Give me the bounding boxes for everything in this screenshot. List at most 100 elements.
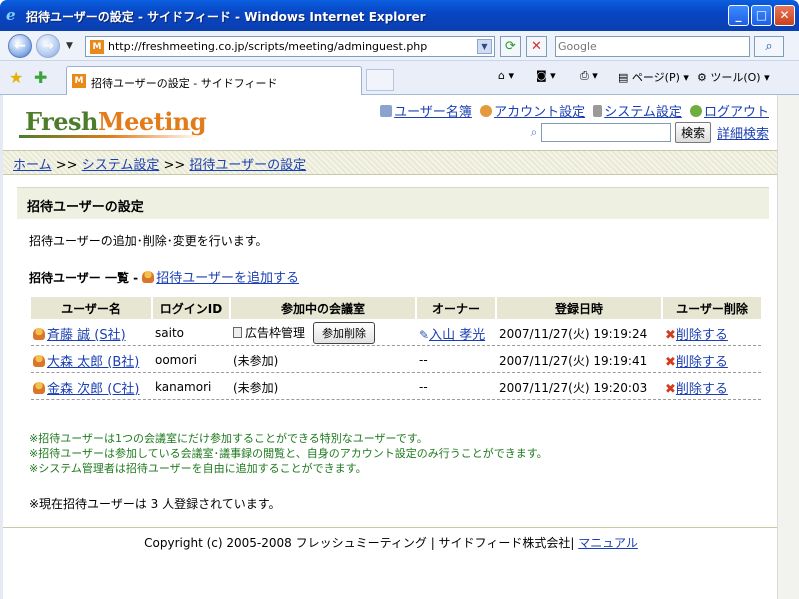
browser-search-button[interactable]: ⌕ [754, 36, 784, 57]
owner-link[interactable]: 入山 孝光 [429, 328, 485, 343]
note-line: ※システム管理者は招待ユーザーを自由に追加することができます。 [29, 462, 367, 475]
site-favicon: M [90, 40, 104, 54]
table-header-row: ユーザー名 ログインID 参加中の会議室 オーナー 登録日時 ユーザー削除 [31, 297, 761, 319]
add-guest-link[interactable]: 招待ユーザーを追加する [156, 271, 299, 286]
breadcrumb-home[interactable]: ホーム [13, 158, 52, 173]
col-owner: オーナー [417, 297, 495, 319]
freshmeeting-logo[interactable]: FreshMeeting [25, 107, 207, 136]
cell-date: 2007/11/27(火) 19:19:41 [497, 348, 661, 373]
cell-delete: ✖削除する [663, 348, 761, 373]
notes: ※招待ユーザーは1つの会議室にだけ参加することができる特別なユーザーです。 ※招… [29, 431, 548, 476]
page-content: FreshMeeting ユーザー名簿 アカウント設定 システム設定 ログアウト… [0, 95, 799, 599]
breadcrumb-separator: >> [163, 158, 186, 173]
cell-room: (未参加) [231, 375, 415, 400]
col-username: ユーザー名 [31, 297, 151, 319]
window-title: 招待ユーザーの設定 - サイドフィード - Windows Internet E… [26, 10, 426, 24]
user-link[interactable]: 大森 太郎 (B社) [47, 355, 139, 370]
cell-login: oomori [153, 348, 229, 373]
delete-user-link[interactable]: 削除する [676, 382, 728, 397]
user-icon [33, 327, 45, 340]
list-title: 招待ユーザー 一覧 - [29, 271, 139, 285]
logo-meeting: Meeting [98, 107, 207, 136]
browser-search-input[interactable] [558, 39, 746, 54]
close-button[interactable]: ✕ [774, 5, 795, 26]
logo-fresh: Fresh [25, 107, 99, 136]
logo-underline [19, 135, 201, 138]
browser-search-box[interactable] [555, 36, 750, 57]
feeds-icon[interactable]: ◙ ▾ [536, 69, 556, 82]
page-menu[interactable]: ▤ ページ(P) ▾ [618, 69, 689, 85]
maximize-button[interactable]: □ [751, 5, 772, 26]
table-row: 大森 太郎 (B社) oomori (未参加) -- 2007/11/27(火)… [31, 348, 761, 373]
logout-icon [689, 105, 702, 117]
delete-x-icon: ✖ [665, 381, 676, 397]
new-tab-button[interactable] [366, 69, 394, 91]
favorites-star-icon[interactable]: ★ [9, 68, 23, 87]
address-book-icon [380, 105, 393, 117]
url-dropdown-icon[interactable]: ▼ [477, 39, 492, 54]
cell-date: 2007/11/27(火) 19:19:24 [497, 321, 661, 346]
tab-current[interactable]: M 招待ユーザーの設定 - サイドフィード [66, 66, 362, 95]
minimize-button[interactable]: _ [728, 5, 749, 26]
breadcrumb: ホーム >> システム設定 >> 招待ユーザーの設定 [3, 150, 779, 175]
ie-logo-icon: e [6, 6, 16, 24]
url-field[interactable]: M http://freshmeeting.co.jp/scripts/meet… [85, 36, 495, 57]
account-icon [480, 105, 493, 117]
delete-x-icon: ✖ [665, 327, 676, 343]
tools-menu[interactable]: ⚙ ツール(O) ▾ [697, 69, 770, 85]
col-login-id: ログインID [153, 297, 229, 319]
delete-user-link[interactable]: 削除する [676, 355, 728, 370]
remove-participation-button[interactable]: 参加削除 [313, 322, 376, 344]
cell-owner: ✎入山 孝光 [417, 321, 495, 346]
cell-login: kanamori [153, 375, 229, 400]
delete-user-link[interactable]: 削除する [676, 328, 728, 343]
tab-favicon: M [72, 74, 86, 88]
table-row: 斉藤 誠 (S社) saito 広告枠管理 参加削除 ✎入山 孝光 2007/11… [31, 321, 761, 346]
magnifier-icon: ⌕ [530, 125, 538, 139]
title-bar: e 招待ユーザーの設定 - サイドフィード - Windows Internet… [0, 0, 799, 31]
user-list-link[interactable]: ユーザー名簿 [394, 105, 472, 120]
forward-button[interactable]: → [36, 34, 60, 58]
note-line: ※招待ユーザーは1つの会議室にだけ参加することができる特別なユーザーです。 [29, 432, 428, 445]
user-link[interactable]: 斉藤 誠 (S社) [47, 328, 126, 343]
advanced-search-link[interactable]: 詳細検索 [717, 127, 769, 142]
search-button[interactable]: 検索 [675, 122, 712, 143]
section-title: 招待ユーザーの設定 [17, 187, 769, 219]
manual-link[interactable]: マニュアル [578, 536, 638, 550]
site-search-input[interactable] [541, 123, 672, 142]
pencil-icon: ✎ [419, 327, 430, 342]
add-favorites-icon[interactable]: ✚ [34, 68, 47, 87]
room-icon [233, 327, 242, 338]
page-menu-label: ページ(P) [631, 71, 680, 84]
stop-button[interactable]: ✕ [526, 36, 547, 57]
cell-username: 斉藤 誠 (S社) [31, 321, 151, 346]
account-settings-link[interactable]: アカウント設定 [494, 105, 585, 120]
tab-bar: ★ ✚ M 招待ユーザーの設定 - サイドフィード ⌂ ▾ ◙ ▾ ⎙ ▾ ▤ … [0, 61, 799, 95]
footer: Copyright (c) 2005-2008 フレッシュミーティング | サイ… [3, 527, 779, 551]
breadcrumb-system[interactable]: システム設定 [82, 158, 160, 173]
breadcrumb-current[interactable]: 招待ユーザーの設定 [189, 158, 306, 173]
user-link[interactable]: 金森 次郎 (C社) [47, 382, 140, 397]
cell-login: saito [153, 321, 229, 346]
cell-date: 2007/11/27(火) 19:20:03 [497, 375, 661, 400]
print-icon[interactable]: ⎙ ▾ [580, 69, 598, 83]
user-add-icon [142, 271, 155, 283]
top-navigation: ユーザー名簿 アカウント設定 システム設定 ログアウト [376, 101, 769, 120]
breadcrumb-separator: >> [55, 158, 78, 173]
logout-link[interactable]: ログアウト [704, 105, 769, 120]
section-intro: 招待ユーザーの追加･削除･変更を行います。 [29, 234, 268, 248]
wrench-icon [593, 105, 603, 117]
refresh-button[interactable]: ⟳ [500, 36, 521, 57]
home-icon[interactable]: ⌂ ▾ [498, 69, 514, 82]
back-arrow-icon: ← [14, 38, 26, 54]
back-button[interactable]: ← [8, 34, 32, 58]
table-row: 金森 次郎 (C社) kanamori (未参加) -- 2007/11/27(… [31, 375, 761, 400]
system-settings-link[interactable]: システム設定 [604, 105, 682, 120]
user-icon [33, 381, 45, 394]
history-dropdown-icon[interactable]: ▼ [66, 41, 73, 51]
vertical-scrollbar[interactable] [777, 95, 799, 599]
gear-icon: ⚙ [697, 71, 711, 84]
url-text: http://freshmeeting.co.jp/scripts/meetin… [108, 40, 428, 53]
stop-icon: ✕ [531, 39, 542, 54]
cell-delete: ✖削除する [663, 375, 761, 400]
